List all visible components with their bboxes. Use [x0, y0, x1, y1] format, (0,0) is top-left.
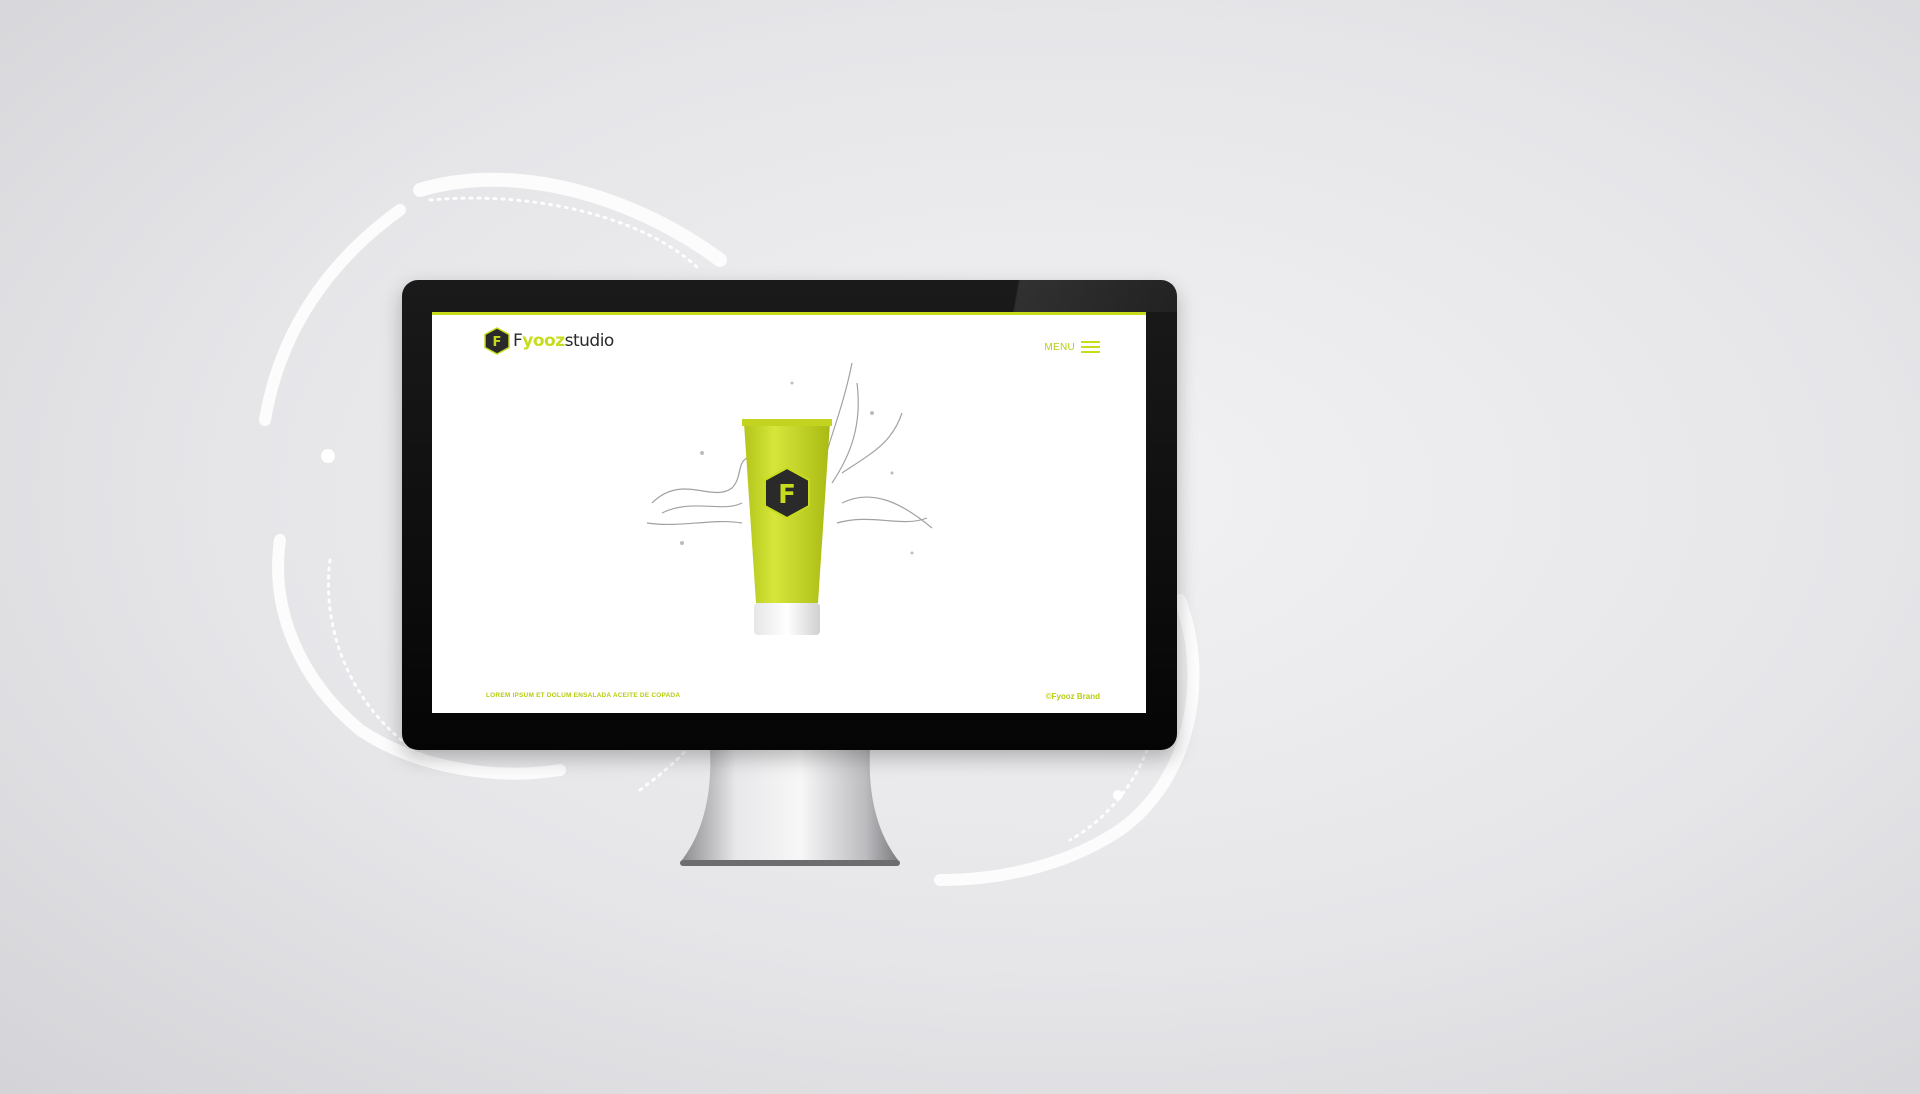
logo-wordmark: Fyoozstudio [513, 331, 614, 351]
monitor-bezel: F Fyoozstudio MENU F LOREM IPSUM ET DOLU… [402, 280, 1177, 750]
logo-text-accent: yooz [522, 331, 565, 351]
menu-button[interactable]: MENU [1044, 341, 1100, 353]
hexagon-logo-icon: F [484, 327, 510, 355]
monitor-stand [680, 750, 900, 866]
website-screen: F Fyoozstudio MENU F LOREM IPSUM ET DOLU… [432, 312, 1146, 713]
product-mark-letter: F [778, 480, 796, 510]
bezel-gloss [977, 280, 1177, 312]
logo-text-suffix: studio [564, 331, 615, 351]
hamburger-icon[interactable] [1081, 341, 1100, 353]
logo-text-prefix: F [513, 331, 523, 351]
logo-mark-letter: F [493, 335, 502, 350]
footer-copyright: ©Fyooz Brand [1045, 692, 1100, 701]
menu-label: MENU [1044, 341, 1075, 353]
product-hero-image: F [646, 362, 933, 635]
footer-tagline: LOREM IPSUM ET DOLUM ENSALADA ACEITE DE … [486, 692, 681, 699]
site-logo[interactable]: F Fyoozstudio [484, 327, 614, 355]
